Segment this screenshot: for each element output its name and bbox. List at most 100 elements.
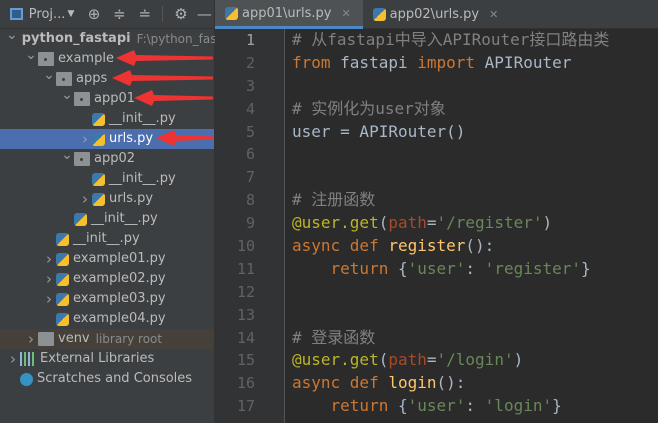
tree-item-hint: library root: [95, 332, 163, 346]
code-editor[interactable]: 1 # 从fastapi中导入APIRouter接口路由类 2 from fastap…: [215, 29, 658, 423]
code-token: @user.get: [292, 350, 379, 370]
line-number: 9: [245, 214, 255, 233]
chevron-right-icon[interactable]: ›: [24, 329, 38, 349]
scratches-icon: [20, 372, 33, 386]
package-icon: [74, 92, 90, 106]
tree-item[interactable]: __init__.py: [0, 109, 214, 129]
code-token: @user.get: [292, 213, 379, 233]
python-file-icon: [56, 252, 69, 266]
line-number: 17: [236, 397, 255, 416]
tree-item[interactable]: ⌄ example: [0, 47, 214, 69]
code-token: return: [330, 396, 398, 416]
line-number: 7: [245, 168, 255, 187]
tree-item[interactable]: ⌄ app02: [0, 147, 214, 169]
chevron-down-icon[interactable]: ⌄: [24, 45, 38, 65]
tree-item[interactable]: › example01.py: [0, 249, 214, 269]
chevron-right-icon[interactable]: ›: [42, 269, 56, 289]
chevron-right-icon[interactable]: ›: [78, 189, 92, 209]
code-token: ():: [436, 373, 466, 393]
code-line: 8 # 注册函数: [215, 189, 658, 212]
tree-item[interactable]: example04.py: [0, 309, 214, 329]
code-text: return {'user': 'login'}: [265, 395, 562, 418]
tree-item[interactable]: › urls.py: [0, 129, 214, 149]
python-file-icon: [56, 292, 69, 306]
code-token: =: [426, 350, 437, 370]
chevron-down-icon[interactable]: ⌄: [60, 85, 74, 105]
divider: [162, 6, 164, 22]
line-number: 16: [236, 374, 255, 393]
chevron-down-icon[interactable]: ⌄: [60, 145, 74, 165]
tree-item-label: app02: [94, 151, 136, 166]
tree-item[interactable]: __init__.py: [0, 169, 214, 189]
chevron-down-icon[interactable]: ⌄: [6, 25, 18, 45]
code-token: return: [330, 258, 398, 278]
python-file-icon: [225, 6, 238, 20]
minimize-icon[interactable]: —: [195, 3, 214, 25]
tree-item[interactable]: › example03.py: [0, 289, 214, 309]
code-token: register: [388, 236, 466, 256]
code-text: from fastapi import APIRouter: [265, 52, 571, 75]
code-token: ): [513, 350, 524, 370]
code-text: async def register():: [265, 235, 494, 258]
gear-icon[interactable]: ⚙: [171, 3, 190, 25]
tree-item-label: apps: [76, 71, 108, 86]
code-line: 4 # 实例化为user对象: [215, 98, 658, 121]
line-number: 8: [245, 191, 255, 210]
tree-item[interactable]: __init__.py: [0, 209, 214, 229]
chevron-right-icon[interactable]: ›: [42, 249, 56, 269]
code-token: login: [388, 373, 437, 393]
chevron-down-icon[interactable]: ⌄: [42, 65, 56, 85]
chevron-right-icon[interactable]: ›: [78, 129, 92, 149]
close-icon[interactable]: ✕: [489, 8, 498, 21]
expand-all-icon[interactable]: ≑: [110, 3, 129, 25]
tree-item[interactable]: __init__.py: [0, 229, 214, 249]
chevron-right-icon[interactable]: ›: [6, 349, 20, 369]
tree-item[interactable]: › External Libraries: [0, 349, 214, 369]
tree-item[interactable]: ⌄ app01: [0, 87, 214, 109]
project-toolbar: Proj... ▼ ⊕ ≑ ≐ ⚙ —: [0, 0, 214, 29]
tree-item[interactable]: › example02.py: [0, 269, 214, 289]
chevron-right-icon[interactable]: ›: [42, 289, 56, 309]
line-number: 12: [236, 282, 255, 301]
tree-item-label: urls.py: [109, 191, 154, 206]
chevron-down-icon[interactable]: ▼: [67, 9, 74, 19]
code-line: 15 @user.get(path='/login'): [215, 349, 658, 372]
tree-item-label: Scratches and Consoles: [37, 371, 193, 386]
close-icon[interactable]: ✕: [341, 7, 350, 20]
editor-tab[interactable]: app01\urls.py ✕: [215, 0, 363, 29]
package-icon: [56, 72, 72, 86]
code-line: 16 async def login():: [215, 372, 658, 395]
python-file-icon: [74, 212, 87, 226]
code-line: 11 return {'user': 'register'}: [215, 258, 658, 281]
tree-item[interactable]: Scratches and Consoles: [0, 369, 214, 389]
tree-item[interactable]: ⌄ apps: [0, 67, 214, 89]
tree-item-label: __init__.py: [73, 231, 140, 246]
code-token: :: [465, 396, 485, 416]
libraries-icon: [20, 352, 36, 366]
tree-item-label: External Libraries: [40, 351, 155, 366]
tree-item[interactable]: › venv library root: [0, 329, 214, 349]
line-number: 13: [236, 305, 255, 324]
project-panel: Proj... ▼ ⊕ ≑ ≐ ⚙ — ⌄ python_fastapi F:\pyt…: [0, 0, 216, 423]
code-token: 'register': [484, 258, 581, 278]
tree-item[interactable]: › urls.py: [0, 189, 214, 209]
tree-item-label: app01: [94, 91, 136, 106]
project-view-dropdown[interactable]: Proj...: [29, 7, 66, 22]
code-token: async def: [292, 373, 389, 393]
target-icon[interactable]: ⊕: [84, 3, 103, 25]
python-file-icon: [56, 312, 69, 326]
code-text: async def login():: [265, 372, 465, 395]
tree-item-label: python_fastapi: [21, 31, 131, 46]
code-token: =: [426, 213, 437, 233]
collapse-all-icon[interactable]: ≐: [135, 3, 154, 25]
code-token: # 登录函数: [292, 327, 376, 347]
line-number: 14: [236, 328, 255, 347]
code-token: path: [388, 213, 427, 233]
code-line: 6: [215, 143, 658, 166]
editor-tab[interactable]: app02\urls.py ✕: [363, 0, 511, 29]
code-text: @user.get(path='/login'): [265, 349, 523, 372]
code-token: (: [378, 350, 389, 370]
